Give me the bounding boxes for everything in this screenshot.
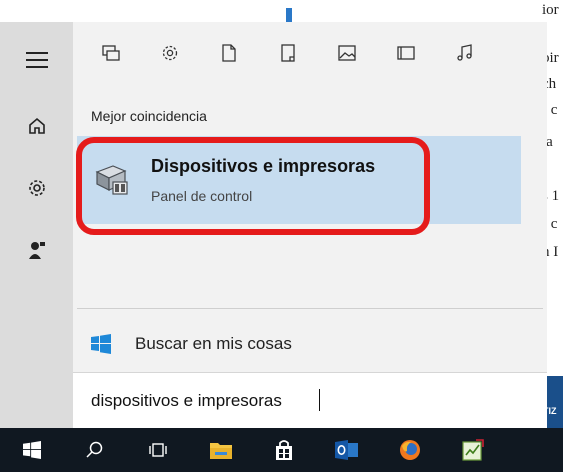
background-window-top [0,0,540,22]
filter-bar [73,22,547,84]
outlook-button[interactable] [315,428,378,472]
feedback-icon[interactable] [0,222,73,278]
background-marker [286,8,292,22]
divider [77,308,543,309]
search-box[interactable] [73,372,547,428]
file-explorer-button[interactable] [189,428,252,472]
search-my-stuff-button[interactable]: Buscar en mis cosas [73,322,547,366]
windows-logo-icon [91,334,111,354]
search-my-stuff-label: Buscar en mis cosas [135,334,292,353]
windows-logo-icon [22,441,41,459]
store-icon [275,440,292,460]
outlook-icon [334,440,358,460]
apps-icon[interactable] [81,33,140,73]
home-icon[interactable] [0,98,73,154]
app-icon [461,439,484,461]
folder-icon[interactable] [258,33,317,73]
printer-icon [91,158,131,198]
search-icon [85,441,102,458]
search-results-panel: Mejor coincidencia Dispositivos e impres… [73,22,547,428]
file-explorer-icon [209,443,232,459]
start-menu: Mejor coincidencia Dispositivos e impres… [0,22,547,428]
photo-icon[interactable] [317,33,376,73]
music-icon[interactable] [435,33,494,73]
task-view-button[interactable] [126,428,189,472]
start-button[interactable] [0,428,63,472]
settings-icon[interactable] [140,33,199,73]
search-button[interactable] [63,428,126,472]
text-caret [319,389,320,411]
taskbar [0,428,563,472]
start-rail [0,22,73,428]
best-match-heading: Mejor coincidencia [91,108,207,124]
firefox-button[interactable] [378,428,441,472]
firefox-icon [399,440,420,460]
result-title: Dispositivos e impresoras [151,156,376,176]
best-match-result[interactable]: Dispositivos e impresoras Panel de contr… [77,136,521,224]
gear-icon[interactable] [0,160,73,216]
document-icon[interactable] [199,33,258,73]
hamburger-icon[interactable] [0,32,73,88]
pinned-app-button[interactable] [441,428,504,472]
store-button[interactable] [252,428,315,472]
task-view-icon [148,443,167,457]
video-icon[interactable] [376,33,435,73]
result-subtitle: Panel de control [151,188,253,204]
doc-line: ior [542,2,559,18]
